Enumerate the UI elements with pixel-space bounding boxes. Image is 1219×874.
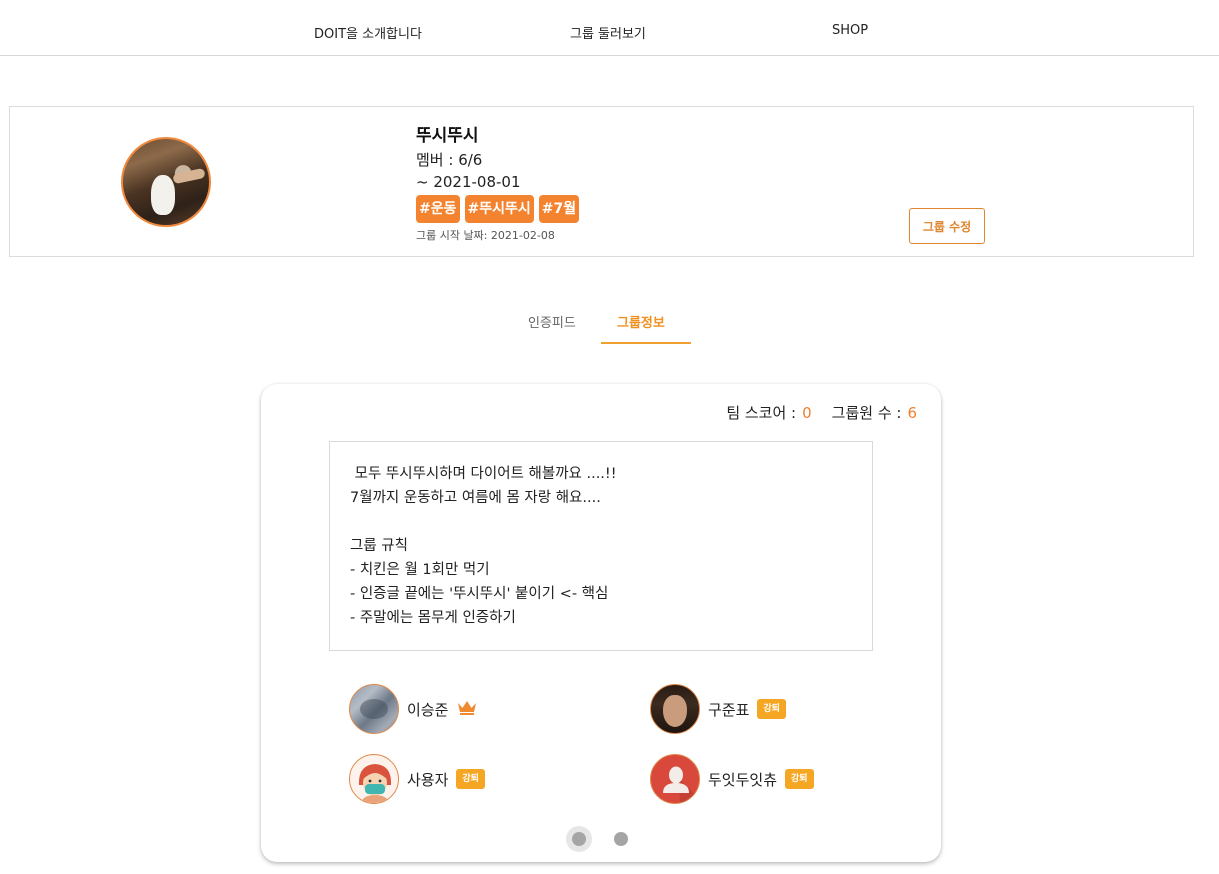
hand-photo-shape bbox=[172, 167, 206, 185]
edit-group-button[interactable]: 그룹 수정 bbox=[909, 208, 985, 244]
tag-exercise: #운동 bbox=[416, 195, 460, 223]
description-line: - 인증글 끝에는 '뚜시뚜시' 붙이기 <- 핵심 bbox=[350, 586, 609, 602]
nav-item-shop[interactable]: SHOP bbox=[832, 23, 868, 38]
member-pagination bbox=[566, 826, 634, 852]
tag-july: #7월 bbox=[538, 195, 580, 223]
description-line bbox=[350, 510, 852, 534]
kick-member-button[interactable]: 강퇴 bbox=[456, 769, 485, 789]
description-line: 그룹 규칙 bbox=[350, 538, 408, 554]
description-line: 모두 뚜시뚜시하며 다이어트 해볼까요 ....!! bbox=[350, 466, 617, 482]
member-name: 이승준 bbox=[407, 700, 449, 719]
member-name: 두잇두잇츄 bbox=[708, 770, 778, 789]
member-name: 구준표 bbox=[708, 700, 750, 719]
kick-member-button[interactable]: 강퇴 bbox=[785, 769, 814, 789]
member-item[interactable]: 두잇두잇츄 강퇴 bbox=[650, 754, 814, 804]
team-score-value: 0 bbox=[802, 404, 812, 422]
top-navigation: DOIT을 소개합니다 그룹 둘러보기 SHOP bbox=[0, 0, 1219, 56]
member-count-label: 그룹원 수 : bbox=[831, 404, 902, 422]
nav-item-about[interactable]: DOIT을 소개합니다 bbox=[314, 23, 422, 42]
nav-item-browse-groups[interactable]: 그룹 둘러보기 bbox=[570, 23, 646, 42]
team-score-label: 팀 스코어 : bbox=[726, 404, 797, 422]
member-name: 사용자 bbox=[407, 770, 449, 789]
group-image bbox=[121, 137, 211, 227]
group-tags: #운동 #뚜시뚜시 #7월 bbox=[416, 195, 580, 223]
kick-member-button[interactable]: 강퇴 bbox=[757, 699, 786, 719]
tag-ttusi: #뚜시뚜시 bbox=[464, 195, 534, 223]
pagination-dot-2[interactable] bbox=[608, 826, 634, 852]
member-avatar bbox=[349, 684, 399, 734]
group-description: 모두 뚜시뚜시하며 다이어트 해볼까요 ....!! 7월까지 운동하고 여름에… bbox=[329, 441, 873, 651]
tab-feed[interactable]: 인증피드 bbox=[528, 312, 576, 331]
member-avatar bbox=[349, 754, 399, 804]
tab-group-info[interactable]: 그룹정보 bbox=[617, 312, 665, 331]
member-avatar bbox=[650, 754, 700, 804]
group-end-date: ~ 2021-08-01 bbox=[416, 173, 521, 191]
member-item[interactable]: 이승준 bbox=[349, 684, 478, 734]
group-start-date: 그룹 시작 날짜: 2021-02-08 bbox=[416, 229, 555, 242]
description-line: 7월까지 운동하고 여름에 몸 자랑 해요.... bbox=[350, 490, 601, 506]
description-line: - 치킨은 월 1회만 먹기 bbox=[350, 562, 490, 578]
tab-active-indicator bbox=[601, 342, 691, 344]
description-line: - 주말에는 몸무게 인증하기 bbox=[350, 610, 516, 626]
group-title: 뚜시뚜시 bbox=[416, 126, 479, 146]
member-count-value: 6 bbox=[907, 404, 917, 422]
group-info-panel: 팀 스코어 : 0 그룹원 수 : 6 모두 뚜시뚜시하며 다이어트 해볼까요 ...… bbox=[261, 384, 941, 862]
pagination-dot-1[interactable] bbox=[566, 826, 592, 852]
score-summary: 팀 스코어 : 0 그룹원 수 : 6 bbox=[726, 402, 917, 423]
cat-photo-shape bbox=[151, 175, 175, 215]
member-item[interactable]: 구준표 강퇴 bbox=[650, 684, 786, 734]
member-avatar bbox=[650, 684, 700, 734]
crown-icon bbox=[456, 699, 478, 719]
member-item[interactable]: 사용자 강퇴 bbox=[349, 754, 485, 804]
group-member-count: 멤버 : 6/6 bbox=[416, 151, 483, 169]
group-header-card: 뚜시뚜시 멤버 : 6/6 ~ 2021-08-01 #운동 #뚜시뚜시 #7월… bbox=[9, 106, 1194, 257]
